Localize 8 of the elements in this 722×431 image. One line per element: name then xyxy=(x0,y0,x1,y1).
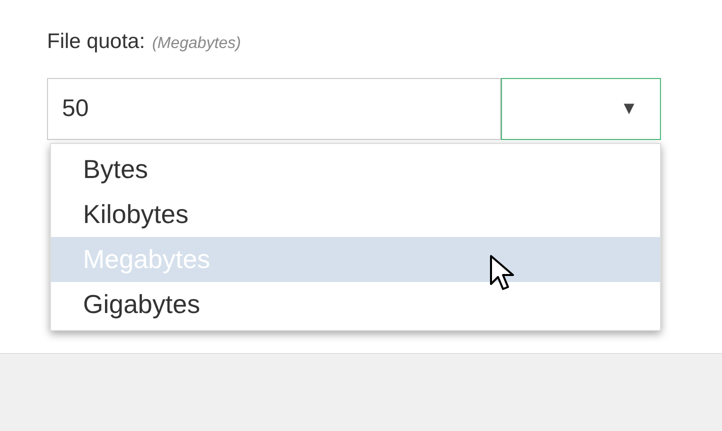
unit-dropdown[interactable]: ▼ xyxy=(501,78,661,140)
dropdown-option[interactable]: Gigabytes xyxy=(51,282,660,326)
cursor-icon xyxy=(489,254,515,292)
quota-input[interactable]: 50 xyxy=(47,78,501,140)
dropdown-option[interactable]: Kilobytes xyxy=(51,192,660,236)
dropdown-option[interactable]: Bytes xyxy=(51,146,660,192)
unit-hint: (Megabytes) xyxy=(152,34,241,54)
field-label: File quota: xyxy=(47,29,146,55)
